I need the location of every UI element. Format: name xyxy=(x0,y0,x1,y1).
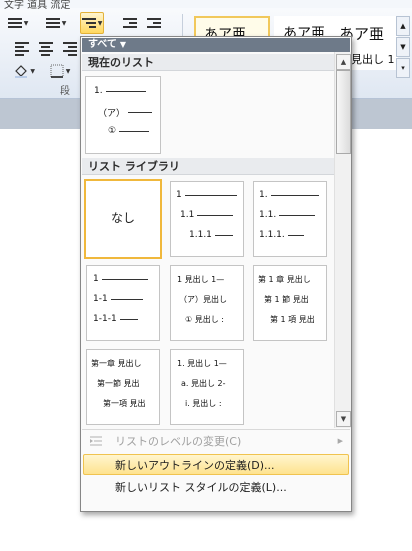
align-right-icon xyxy=(63,42,77,56)
list-library-tile[interactable]: 1. 見出し 1— a. 見出し 2- i. 見出し : xyxy=(170,349,244,425)
chevron-down-icon: ▼ xyxy=(119,40,127,49)
gallery-more-icon[interactable]: ▾ xyxy=(396,58,410,78)
list-row: 1 見出し 1— xyxy=(177,275,225,284)
gallery-down-icon[interactable]: ▼ xyxy=(396,37,410,57)
list-row: 1. xyxy=(259,190,319,200)
list-row: i. 見出し : xyxy=(185,399,222,408)
list-row: 第一項 見出 xyxy=(103,399,146,408)
scroll-up-icon[interactable]: ▲ xyxy=(336,54,351,70)
list-row: 第 1 章 見出し xyxy=(258,275,311,284)
list-row: 1 xyxy=(176,190,237,200)
list-row: （ア）見出し xyxy=(179,295,227,304)
list-library-heading: リスト ライブラリ xyxy=(82,158,334,175)
list-row: 1-1 xyxy=(93,294,143,304)
increase-indent-button[interactable] xyxy=(142,12,166,34)
list-library-tile[interactable]: 1 1-1 1-1-1 xyxy=(86,265,160,341)
multilevel-list-dropdown: すべて ▼ 現在のリスト 1. （ア） ① リスト ライブラリ なし 1 1.1 … xyxy=(80,36,352,512)
list-row: 1.1.1 xyxy=(189,230,233,240)
current-list-tile[interactable]: 1. （ア） ① xyxy=(85,76,161,154)
current-list-heading: 現在のリスト xyxy=(82,54,334,71)
decrease-indent-button[interactable] xyxy=(118,12,142,34)
multilevel-list-button[interactable]: ▼ xyxy=(80,12,104,34)
define-new-list-style-label: 新しいリスト スタイルの定義(L)... xyxy=(115,481,287,494)
align-left-icon xyxy=(15,42,29,56)
paint-bucket-icon xyxy=(15,65,27,78)
shading-button[interactable]: ▼ xyxy=(12,60,36,82)
list-library-tile[interactable]: 1 見出し 1— （ア）見出し ① 見出し : xyxy=(170,265,244,341)
submenu-arrow-icon: ▶ xyxy=(337,437,343,445)
list-row: 1.1.1. xyxy=(259,230,304,240)
list-library-tile[interactable]: 1 1.1 1.1.1 xyxy=(170,181,244,257)
list-row: 第 1 節 見出 xyxy=(264,295,309,304)
none-label: なし xyxy=(110,211,135,225)
change-list-level-label: リストのレベルの変更(C) xyxy=(115,435,242,448)
ribbon-top-text: 文字 道具 流定 xyxy=(4,0,71,11)
list-row: 第一節 見出 xyxy=(97,379,140,388)
list-library-tile[interactable]: 第 1 章 見出し 第 1 節 見出 第 1 項 見出 xyxy=(253,265,327,341)
align-right-button[interactable] xyxy=(58,38,82,60)
list-row: 1 xyxy=(93,274,148,284)
numbering-icon xyxy=(45,18,60,28)
list-none-tile[interactable]: なし xyxy=(84,179,162,259)
menu-divider xyxy=(82,429,350,430)
list-row: 第一章 見出し xyxy=(91,359,142,368)
list-library-tile[interactable]: 1. 1.1. 1.1.1. xyxy=(253,181,327,257)
gallery-up-icon[interactable]: ▲ xyxy=(396,16,410,36)
numbering-button[interactable]: ▼ xyxy=(44,12,68,34)
ribbon-top-strip: 文字 道具 流定 xyxy=(0,0,412,11)
list-row: ① xyxy=(108,126,150,136)
list-library-tile[interactable]: 第一章 見出し 第一節 見出 第一項 見出 xyxy=(86,349,160,425)
list-row: 1.1. xyxy=(259,210,316,220)
list-row: （ア） xyxy=(98,106,153,119)
list-level-icon xyxy=(90,436,102,446)
style-caption: 見出し 1 xyxy=(351,53,395,66)
list-row: ① 見出し : xyxy=(185,315,224,324)
list-row: 第 1 項 見出 xyxy=(270,315,315,324)
list-row: 1.1 xyxy=(180,210,234,220)
increase-indent-icon xyxy=(147,18,161,28)
borders-icon xyxy=(50,64,64,78)
paragraph-group-label: 段 xyxy=(60,86,70,97)
list-row: a. 見出し 2- xyxy=(181,379,226,388)
decrease-indent-icon xyxy=(123,18,137,28)
list-row: 1. xyxy=(94,86,146,96)
panel-scrollbar[interactable]: ▲ ▼ xyxy=(334,52,351,428)
define-new-outline-label: 新しいアウトラインの定義(D)... xyxy=(115,459,275,472)
change-list-level-item[interactable]: リストのレベルの変更(C) ▶ xyxy=(83,431,349,452)
align-center-button[interactable] xyxy=(34,38,58,60)
scroll-thumb[interactable] xyxy=(336,70,351,154)
align-center-icon xyxy=(39,42,53,56)
define-new-list-style-item[interactable]: 新しいリスト スタイルの定義(L)... xyxy=(83,477,349,498)
define-new-outline-item[interactable]: 新しいアウトラインの定義(D)... xyxy=(83,454,349,475)
filter-dropdown[interactable]: すべて ▼ xyxy=(82,38,350,52)
filter-label: すべて xyxy=(88,39,117,50)
style-gallery-scroll[interactable]: ▲ ▼ ▾ xyxy=(396,16,410,78)
list-row: 1. 見出し 1— xyxy=(177,359,227,368)
multilevel-list-icon xyxy=(81,18,96,28)
borders-button[interactable]: ▼ xyxy=(48,60,72,82)
align-left-button[interactable] xyxy=(10,38,34,60)
scroll-down-icon[interactable]: ▼ xyxy=(336,411,351,427)
bullets-icon xyxy=(7,18,22,28)
bullets-button[interactable]: ▼ xyxy=(6,12,30,34)
list-row: 1-1-1 xyxy=(93,314,138,324)
